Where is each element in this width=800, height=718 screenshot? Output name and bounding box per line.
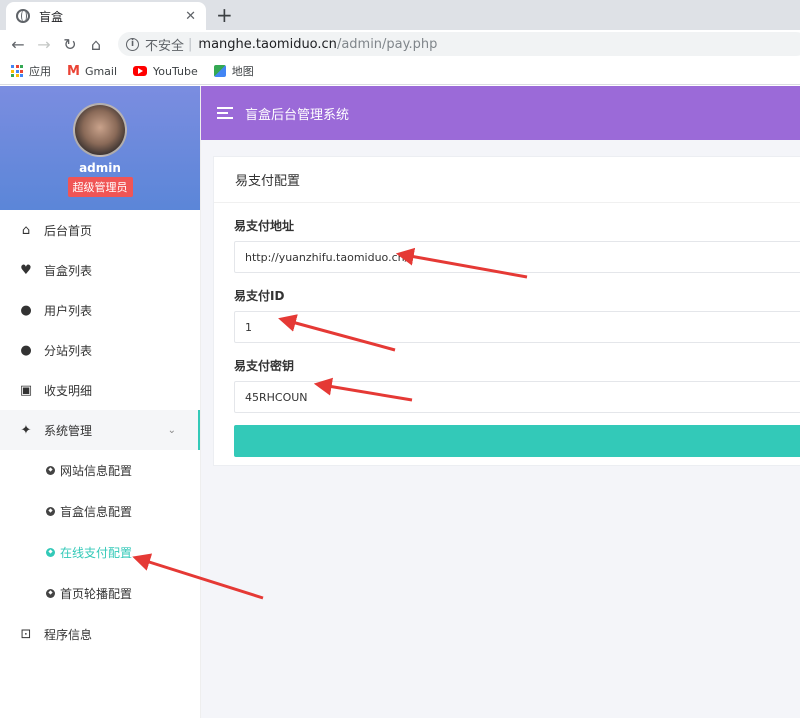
pay-id-input[interactable]	[234, 311, 800, 343]
submenu-label: 首页轮播配置	[60, 587, 133, 601]
menu-icon[interactable]	[217, 107, 233, 119]
submit-button[interactable]	[234, 425, 800, 457]
avatar[interactable]	[73, 103, 127, 157]
sidebar-item-label: 盲盒列表	[44, 263, 93, 278]
username: admin	[79, 161, 121, 175]
submenu-payment-config[interactable]: 在线支付配置	[0, 532, 200, 573]
home-icon[interactable]: ⌂	[83, 35, 109, 54]
form-body: 易支付地址 易支付ID 易支付密钥	[214, 217, 800, 460]
submenu-label: 网站信息配置	[60, 464, 133, 478]
sidebar-item-program-info[interactable]: ⊡ 程序信息	[0, 614, 200, 654]
gmail-icon: M	[67, 63, 80, 79]
sidebar-item-users[interactable]: ● 用户列表	[0, 290, 200, 330]
bookmark-youtube[interactable]: YouTube	[133, 65, 198, 78]
browser-toolbar: ← → ↻ ⌂ i 不安全 | manghe.taomiduo.cn/admin…	[0, 30, 800, 58]
bookmarks-bar: 应用 M Gmail YouTube 地图	[0, 58, 800, 85]
sparkle-icon: ✦	[20, 422, 32, 438]
pay-id-label: 易支付ID	[234, 289, 285, 303]
globe-icon	[16, 9, 30, 23]
admin-app: admin 超级管理员 ⌂ 后台首页 ♥ 盲盒列表 ● 用户列表 ● 分站列表 …	[0, 86, 800, 718]
profile-panel: admin 超级管理员	[0, 86, 200, 210]
submenu-box-config[interactable]: 盲盒信息配置	[0, 491, 200, 532]
url-host: manghe.taomiduo.cn	[198, 36, 337, 52]
compass-icon	[46, 589, 55, 598]
user-icon: ●	[20, 302, 32, 318]
sidebar-item-label: 用户列表	[44, 303, 93, 318]
info-icon[interactable]: i	[126, 37, 139, 51]
close-icon[interactable]: ✕	[185, 9, 196, 24]
compass-icon	[46, 548, 55, 557]
payment-config-card: 易支付配置 易支付地址 易支付ID 易支付密钥	[213, 156, 800, 466]
compass-icon	[46, 466, 55, 475]
sidebar-item-label: 分站列表	[44, 343, 93, 358]
sidebar-item-system[interactable]: ✦ 系统管理 ⌄	[0, 410, 200, 450]
submenu-label: 在线支付配置	[60, 546, 133, 560]
heart-icon: ♥	[20, 262, 32, 278]
contact-book-icon: ▣	[19, 382, 33, 398]
sidebar-item-label: 收支明细	[44, 383, 93, 398]
pay-url-label: 易支付地址	[234, 219, 295, 233]
apps-grid-icon	[11, 65, 23, 77]
compass-icon	[46, 507, 55, 516]
bookmark-apps[interactable]: 应用	[11, 63, 51, 79]
pay-key-label: 易支付密钥	[234, 359, 295, 373]
system-title: 盲盒后台管理系统	[245, 107, 350, 123]
bookmark-gmail[interactable]: M Gmail	[67, 64, 117, 79]
pay-url-input[interactable]	[234, 241, 800, 273]
bookmark-maps[interactable]: 地图	[213, 63, 254, 79]
submenu-label: 盲盒信息配置	[60, 505, 133, 519]
main-content: 易支付配置 易支付地址 易支付ID 易支付密钥	[201, 140, 800, 718]
insecure-label: 不安全	[145, 38, 185, 54]
terminal-icon: ⊡	[20, 626, 32, 642]
submenu-carousel-config[interactable]: 首页轮播配置	[0, 573, 200, 614]
browser-tab[interactable]: 盲盒 ✕	[6, 2, 206, 30]
sidebar-item-label: 程序信息	[44, 627, 93, 642]
sidebar-item-label: 后台首页	[44, 223, 93, 238]
chevron-down-icon: ⌄	[167, 424, 176, 436]
forward-icon[interactable]: →	[31, 35, 57, 54]
sidebar-item-home[interactable]: ⌂ 后台首页	[0, 210, 200, 250]
user-icon: ●	[20, 342, 32, 358]
address-bar[interactable]: i 不安全 | manghe.taomiduo.cn/admin/pay.php	[118, 32, 800, 56]
pay-key-input[interactable]	[234, 381, 800, 413]
sidebar-item-label: 系统管理	[44, 423, 93, 438]
topbar: 盲盒后台管理系统	[201, 86, 800, 140]
url-path: /admin/pay.php	[336, 36, 438, 52]
role-badge: 超级管理员	[67, 177, 133, 197]
card-title: 易支付配置	[214, 157, 800, 203]
youtube-icon	[133, 66, 148, 76]
sidebar-item-finance[interactable]: ▣ 收支明细	[0, 370, 200, 410]
system-submenu: 网站信息配置 盲盒信息配置 在线支付配置 首页轮播配置	[0, 450, 200, 614]
home-icon: ⌂	[21, 222, 31, 238]
sidebar-item-boxes[interactable]: ♥ 盲盒列表	[0, 250, 200, 290]
submenu-site-config[interactable]: 网站信息配置	[0, 450, 200, 491]
sidebar-menu: ⌂ 后台首页 ♥ 盲盒列表 ● 用户列表 ● 分站列表 ▣ 收支明细 ✦ 系统管…	[0, 210, 200, 450]
maps-icon	[213, 65, 226, 77]
reload-icon[interactable]: ↻	[57, 35, 83, 54]
bookmark-label: 应用	[29, 65, 51, 78]
bookmark-label: Gmail	[84, 64, 118, 78]
sidebar-item-substations[interactable]: ● 分站列表	[0, 330, 200, 370]
back-icon[interactable]: ←	[5, 35, 31, 54]
bookmark-label: YouTube	[153, 64, 198, 78]
sidebar: admin 超级管理员 ⌂ 后台首页 ♥ 盲盒列表 ● 用户列表 ● 分站列表 …	[0, 86, 201, 718]
bookmark-label: 地图	[231, 65, 254, 78]
browser-tabstrip: 盲盒 ✕ +	[0, 0, 800, 30]
new-tab-icon[interactable]: +	[216, 3, 233, 27]
tab-title: 盲盒	[39, 9, 64, 24]
url-separator: |	[188, 36, 193, 52]
